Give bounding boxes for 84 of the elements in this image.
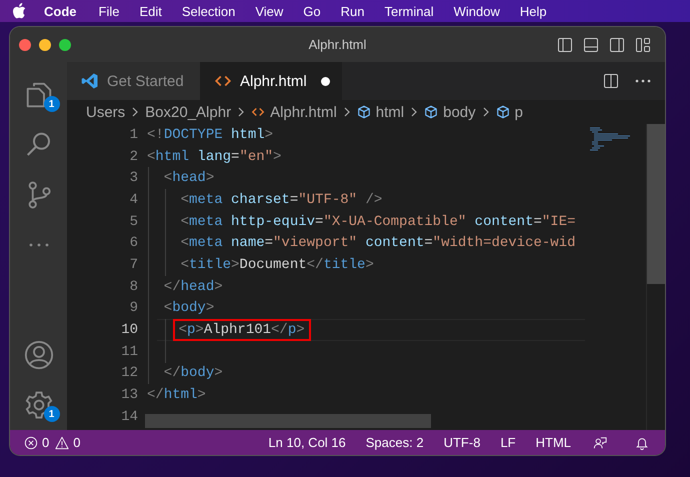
menu-item[interactable]: Terminal [384, 4, 434, 18]
code-line: <html lang="en"> [146, 148, 282, 166]
status-item[interactable]: UTF-8 [444, 435, 480, 450]
menu-item[interactable]: File [98, 4, 120, 18]
unsaved-dot-icon[interactable] [320, 76, 330, 86]
editor-tab[interactable]: Get Started [67, 62, 200, 100]
error-count[interactable]: 0 [42, 435, 50, 450]
zoom-button[interactable] [59, 38, 71, 50]
line-number: 5 [128, 214, 138, 230]
feedback-icon[interactable] [593, 436, 607, 450]
breadcrumb-item[interactable]: body [443, 104, 476, 120]
bell-icon[interactable] [635, 436, 649, 450]
code-line: <head> [162, 169, 216, 188]
menu-item[interactable]: Run [340, 4, 364, 18]
code-line: <title>Document</title> [180, 256, 375, 274]
notification-badge: 1 [44, 406, 60, 422]
chevron-icon [238, 107, 244, 117]
warning-icon[interactable] [55, 436, 70, 450]
breadcrumb-item[interactable]: html [376, 104, 404, 120]
secondary-sidebar-icon[interactable] [609, 36, 625, 52]
minimize-button[interactable] [39, 38, 51, 50]
more-icon[interactable] [26, 242, 50, 248]
split-editor-icon[interactable] [603, 73, 619, 89]
chevron-icon [132, 107, 138, 117]
menu-item[interactable]: View [255, 4, 284, 18]
code-line: <!DOCTYPE html> [146, 126, 274, 144]
vscode-logo-icon [81, 72, 99, 90]
line-number: 1 [128, 126, 138, 143]
status-item[interactable]: HTML [536, 435, 571, 450]
menu-item[interactable]: Help [520, 4, 547, 18]
menu-item[interactable]: Window [454, 4, 500, 18]
line-number: 7 [128, 256, 138, 273]
code-line: <meta charset="UTF-8" /> [180, 190, 384, 209]
line-number: 9 [128, 300, 138, 316]
notification-badge: 1 [44, 96, 60, 112]
more-actions-icon[interactable] [635, 79, 651, 83]
menu-item[interactable]: Go [303, 4, 321, 18]
status-item[interactable]: Ln 10, Col 16 [268, 435, 346, 450]
warning-count[interactable]: 0 [73, 435, 80, 450]
error-icon[interactable] [24, 436, 38, 450]
line-number: 10 [120, 322, 138, 338]
code-brackets-icon [251, 105, 266, 119]
breadcrumb-item[interactable]: Users [86, 104, 126, 120]
line-number: 8 [128, 278, 138, 295]
apple-icon[interactable] [12, 3, 26, 19]
cube-icon [356, 105, 371, 119]
menu-item[interactable]: Edit [139, 4, 162, 18]
code-line: <meta name="viewport" content="width=device-wid [180, 234, 576, 252]
editor-tab[interactable]: Alphr.html [200, 62, 342, 100]
breadcrumb-item[interactable]: Box20_Alphr [145, 104, 232, 120]
breadcrumb-item[interactable]: p [514, 104, 523, 120]
code-line: </html> [146, 386, 207, 404]
panel-toggle-icon[interactable] [583, 36, 599, 52]
line-number: 12 [120, 365, 138, 382]
code-line: <meta http-equiv="X-UA-Compatible" content="IE= [180, 212, 576, 231]
horizontal-scrollbar[interactable] [145, 414, 431, 428]
line-number: 3 [128, 170, 138, 186]
line-number: 2 [128, 148, 138, 165]
line-number: 4 [128, 192, 138, 208]
breadcrumb-item[interactable]: Alphr.html [270, 104, 337, 120]
cube-icon [424, 105, 438, 119]
account-icon[interactable] [24, 340, 54, 370]
chevron-icon [411, 107, 418, 117]
window-title: Alphr.html [308, 37, 366, 52]
code-line: </body> [162, 364, 224, 382]
status-item[interactable]: LF [500, 435, 516, 450]
status-item[interactable]: Spaces: 2 [366, 435, 424, 450]
line-number: 13 [120, 387, 138, 404]
line-number: 6 [128, 235, 138, 252]
chevron-icon [482, 107, 489, 117]
chevron-icon [344, 107, 350, 117]
code-line: <body> [162, 299, 216, 318]
scrollbar-thumb[interactable] [647, 124, 665, 284]
menu-item[interactable]: Selection [182, 4, 236, 18]
line-number: 11 [120, 344, 138, 360]
layout-icon[interactable] [635, 36, 651, 52]
gear-icon[interactable] [24, 390, 54, 420]
cube-icon [496, 105, 510, 119]
line-number: 14 [120, 408, 138, 425]
close-button[interactable] [19, 38, 31, 50]
code-line: </head> [162, 278, 224, 296]
sidebar-toggle-icon[interactable] [557, 36, 573, 52]
app-menu[interactable]: Code [44, 4, 76, 18]
code-line: <p>Alphr101</p> [174, 321, 309, 340]
